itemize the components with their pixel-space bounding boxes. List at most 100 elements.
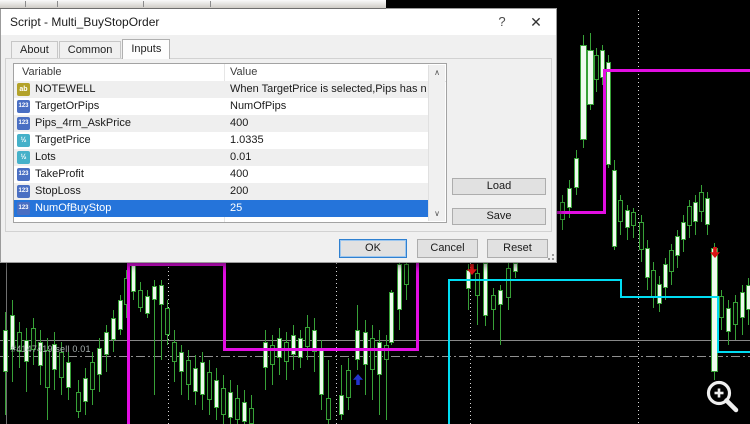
candlestick: [574, 158, 579, 188]
candlestick: [242, 402, 247, 422]
candlestick: [491, 295, 496, 310]
table-row[interactable]: ½ Lots 0.01: [14, 149, 430, 166]
order-label: #4147419 sell 0.01: [11, 344, 91, 354]
variable-value[interactable]: 200: [230, 183, 426, 200]
candlestick: [699, 192, 704, 212]
candlestick: [612, 170, 617, 247]
candlestick: [291, 335, 296, 355]
candlestick: [483, 263, 488, 316]
candlestick: [186, 360, 191, 385]
candlestick: [389, 292, 394, 343]
table-rows: ab NOTEWELL When TargetPrice is selected,P…: [14, 81, 430, 217]
candlestick: [200, 362, 205, 395]
table-scrollbar[interactable]: ∧ ∨: [428, 65, 445, 221]
candlestick: [705, 198, 710, 225]
toolbar-separator: [57, 1, 58, 7]
candlestick: [66, 362, 71, 388]
candlestick: [587, 50, 594, 105]
variable-value[interactable]: When TargetPrice is selected,Pips has no…: [230, 81, 426, 98]
candlestick: [663, 264, 668, 288]
candlestick: [404, 264, 409, 285]
candlestick: [76, 392, 81, 412]
resize-grip[interactable]: [546, 252, 554, 260]
table-row[interactable]: 123 TargetOrPips NumOfPips: [14, 98, 430, 115]
ok-button[interactable]: OK: [339, 239, 407, 258]
period-separator: [168, 263, 169, 424]
cyan-step-line: [717, 351, 750, 353]
variable-value[interactable]: 400: [230, 115, 426, 132]
tab-inputs[interactable]: Inputs: [122, 39, 171, 59]
candlestick: [733, 302, 738, 325]
cancel-button[interactable]: Cancel: [417, 239, 478, 258]
variable-name: NOTEWELL: [35, 83, 96, 95]
variable-value[interactable]: 1.0335: [230, 132, 426, 149]
candlestick: [3, 330, 8, 372]
candlestick: [172, 342, 177, 362]
variable-value[interactable]: 25: [230, 200, 426, 217]
candlestick: [138, 290, 143, 308]
candlestick: [740, 292, 745, 318]
candlestick: [339, 395, 344, 415]
candlestick: [370, 338, 375, 370]
tab-common[interactable]: Common: [58, 41, 122, 59]
candlestick: [90, 362, 95, 390]
help-button[interactable]: ?: [485, 9, 519, 35]
123-type-icon: 123: [17, 117, 30, 130]
candlestick: [631, 212, 636, 226]
screen: #4147419 sell 0.01 Script - Multi_BuySto…: [0, 0, 750, 424]
dialog-title-bar[interactable]: Script - Multi_BuyStopOrder ? ✕: [1, 9, 556, 35]
candlestick: [657, 284, 662, 304]
reset-button[interactable]: Reset: [487, 239, 548, 258]
cyan-step-line: [620, 280, 622, 297]
candlestick: [726, 308, 731, 332]
variable-value[interactable]: 400: [230, 166, 426, 183]
magenta-step-line: [602, 68, 750, 72]
candlestick: [326, 398, 331, 420]
table-row[interactable]: 123 StopLoss 200: [14, 183, 430, 200]
candlestick: [159, 285, 164, 305]
half-type-icon: ½: [17, 134, 30, 147]
half-type-icon: ½: [17, 151, 30, 164]
load-button[interactable]: Load: [452, 178, 546, 195]
table-row[interactable]: 123 NumOfBuyStop 25: [14, 200, 430, 217]
period-separator: [638, 10, 639, 424]
candlestick: [346, 370, 351, 398]
variable-value[interactable]: NumOfPips: [230, 98, 426, 115]
variable-name: TakeProfit: [35, 168, 84, 180]
tab-about[interactable]: About: [11, 41, 58, 59]
candlestick: [284, 342, 289, 362]
magenta-step-line: [126, 263, 130, 424]
column-header-variable[interactable]: Variable: [22, 64, 62, 81]
candlestick: [397, 264, 402, 310]
candlestick: [618, 200, 623, 222]
table-row[interactable]: 123 Pips_4rm_AskPrice 400: [14, 115, 430, 132]
candlestick: [235, 398, 240, 420]
close-button[interactable]: ✕: [519, 9, 553, 35]
candlestick: [228, 392, 233, 418]
candlestick: [625, 210, 630, 228]
variable-name: Pips_4rm_AskPrice: [35, 117, 131, 129]
candlestick: [319, 348, 324, 395]
cyan-step-line: [448, 279, 622, 281]
column-header-value[interactable]: Value: [230, 64, 257, 81]
script-inputs-dialog: Script - Multi_BuyStopOrder ? ✕ About Com…: [0, 8, 557, 263]
table-row[interactable]: ab NOTEWELL When TargetPrice is selected,P…: [14, 81, 430, 98]
candlestick: [687, 206, 692, 226]
toolbar-strip: [0, 0, 386, 9]
table-header: Variable Value: [14, 64, 446, 82]
candlestick: [249, 408, 254, 424]
candlestick: [45, 350, 50, 388]
dialog-title: Script - Multi_BuyStopOrder: [10, 15, 160, 29]
table-row[interactable]: 123 TakeProfit 400: [14, 166, 430, 183]
candlestick: [475, 273, 480, 296]
save-button[interactable]: Save: [452, 208, 546, 225]
candlestick: [355, 330, 360, 360]
candlestick: [118, 300, 123, 330]
candlestick: [214, 380, 219, 408]
variable-value[interactable]: 0.01: [230, 149, 426, 166]
scroll-up-icon[interactable]: ∧: [429, 65, 445, 80]
candlestick: [305, 327, 310, 347]
table-row[interactable]: ½ TargetPrice 1.0335: [14, 132, 430, 149]
cyan-step-line: [448, 280, 450, 424]
scroll-down-icon[interactable]: ∨: [429, 206, 445, 221]
